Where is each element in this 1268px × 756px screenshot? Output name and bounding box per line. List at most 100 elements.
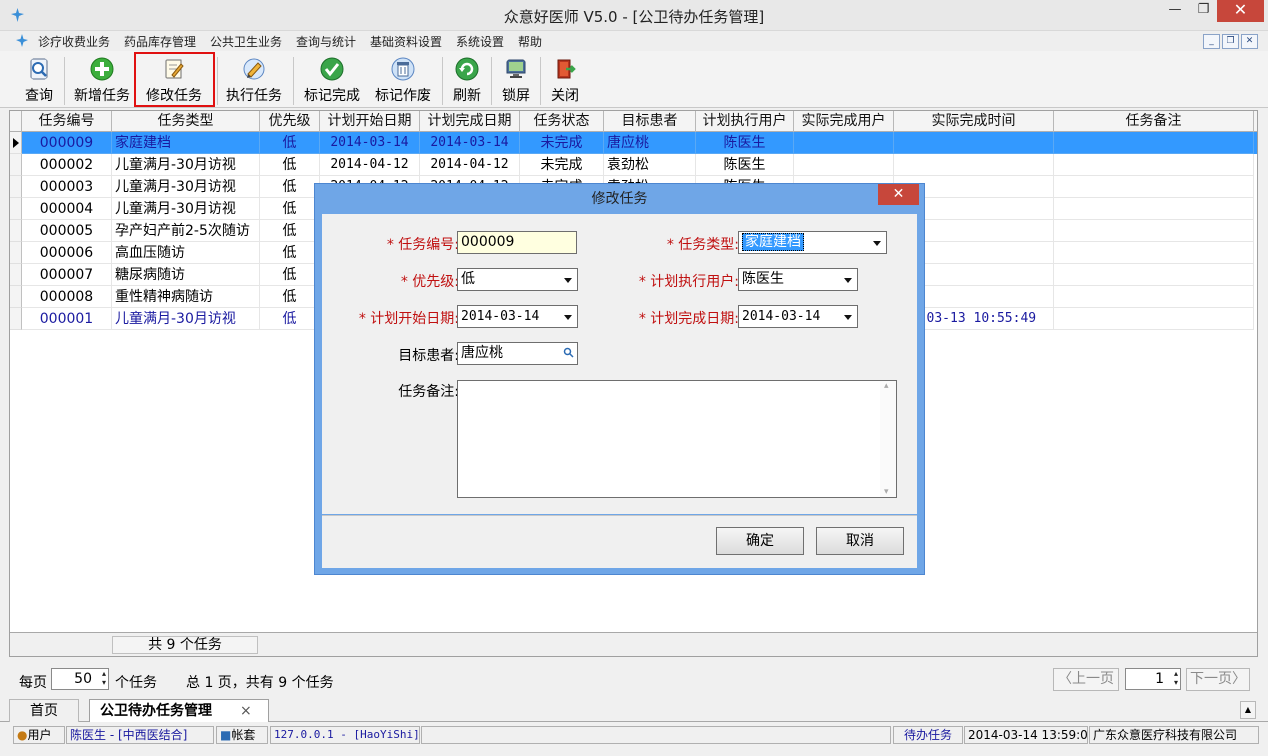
- table-cell: 000009: [22, 132, 112, 154]
- tab-home[interactable]: 首页: [9, 699, 79, 722]
- table-row[interactable]: 000002 儿童满月-30月访视低 2014-04-12 2014-04-12 未完成…: [10, 154, 1257, 176]
- toolbar-separator: [64, 57, 65, 105]
- per-page-label: 每页: [19, 675, 47, 691]
- remark-label: 任务备注:: [398, 384, 459, 400]
- menu-query[interactable]: 查询与统计: [296, 33, 356, 50]
- row-indicator[interactable]: [10, 264, 22, 286]
- tab-task-management-label: 公卫待办任务管理: [100, 703, 212, 719]
- row-indicator[interactable]: [10, 154, 22, 176]
- remark-textarea[interactable]: [457, 380, 897, 498]
- remark-scrollbar[interactable]: [880, 381, 896, 497]
- table-cell: [1054, 154, 1254, 176]
- table-cell: [1054, 198, 1254, 220]
- row-indicator[interactable]: [10, 176, 22, 198]
- lookup-search-icon[interactable]: [563, 347, 574, 358]
- status-server: 127.0.0.1 - [HaoYiShi]: [270, 726, 420, 744]
- mdi-close-button[interactable]: ✕: [1241, 34, 1258, 49]
- pencil-icon: [243, 58, 265, 80]
- menu-pharmacy[interactable]: 药品库存管理: [124, 33, 196, 50]
- dialog-footer: 确定 取消: [322, 515, 917, 568]
- header-task-no[interactable]: 任务编号: [22, 111, 112, 132]
- status-pending-tasks[interactable]: 待办任务: [893, 726, 963, 744]
- status-bar: ●用户 陈医生 - [中西医结合] ■帐套 127.0.0.1 - [HaoYi…: [0, 725, 1268, 745]
- close-module-button[interactable]: 关闭: [546, 54, 584, 106]
- end-date-picker[interactable]: 2014-03-14: [738, 305, 858, 328]
- status-blank: [421, 726, 891, 744]
- table-cell: 000001: [22, 308, 112, 330]
- toolbar-separator: [491, 57, 492, 105]
- dialog-close-button[interactable]: ✕: [878, 184, 919, 205]
- table-cell: 儿童满月-30月访视: [112, 198, 260, 220]
- table-cell: 000007: [22, 264, 112, 286]
- table-cell: 低: [260, 154, 320, 176]
- tab-scroll-up-icon[interactable]: ▲: [1240, 701, 1256, 719]
- table-cell: [794, 132, 894, 154]
- header-start-date[interactable]: 计划开始日期: [320, 111, 420, 132]
- table-cell: 儿童满月-30月访视: [112, 176, 260, 198]
- header-task-type[interactable]: 任务类型: [112, 111, 260, 132]
- header-end-date[interactable]: 计划完成日期: [420, 111, 520, 132]
- account-icon: ■: [220, 728, 232, 742]
- header-patient[interactable]: 目标患者: [604, 111, 696, 132]
- maximize-button[interactable]: ❐: [1190, 0, 1217, 22]
- refresh-button[interactable]: 刷新: [448, 54, 486, 106]
- mdi-restore-button[interactable]: ❐: [1222, 34, 1239, 49]
- cancel-button[interactable]: 取消: [816, 527, 904, 555]
- table-cell: 2014-03-14: [320, 132, 420, 154]
- minimize-button[interactable]: —: [1160, 0, 1190, 22]
- current-row-arrow-icon[interactable]: [10, 132, 22, 154]
- exec-user-select[interactable]: 陈医生: [738, 268, 858, 291]
- patient-lookup-field[interactable]: 唐应桃: [457, 342, 578, 365]
- header-actual-time[interactable]: 实际完成时间: [894, 111, 1054, 132]
- mark-complete-button[interactable]: 标记完成: [300, 54, 364, 106]
- next-page-button[interactable]: 下一页〉: [1186, 668, 1250, 691]
- table-cell: 儿童满月-30月访视: [112, 308, 260, 330]
- menu-public-health[interactable]: 公共卫生业务: [210, 33, 282, 50]
- monitor-icon: [506, 59, 526, 78]
- per-page-spinner[interactable]: 50: [51, 668, 109, 690]
- ok-button[interactable]: 确定: [716, 527, 804, 555]
- header-actual-user[interactable]: 实际完成用户: [794, 111, 894, 132]
- menu-base-data[interactable]: 基础资料设置: [370, 33, 442, 50]
- row-indicator[interactable]: [10, 308, 22, 330]
- prev-page-button[interactable]: 〈上一页: [1053, 668, 1119, 691]
- exec-user-label: * 计划执行用户:: [638, 274, 739, 290]
- grid-summary: 共 9 个任务: [112, 636, 258, 654]
- table-cell: 000004: [22, 198, 112, 220]
- menu-help[interactable]: 帮助: [518, 33, 542, 50]
- tab-task-management[interactable]: 公卫待办任务管理 ×: [89, 699, 269, 722]
- menu-system[interactable]: 系统设置: [456, 33, 504, 50]
- table-row[interactable]: 000009 家庭建档低 2014-03-14 2014-03-14 未完成 唐应桃 陈医生: [10, 132, 1257, 154]
- plus-icon: [90, 57, 114, 81]
- header-remark[interactable]: 任务备注: [1054, 111, 1254, 132]
- row-indicator[interactable]: [10, 286, 22, 308]
- close-window-button[interactable]: ✕: [1217, 0, 1264, 22]
- table-cell: 低: [260, 264, 320, 286]
- row-indicator[interactable]: [10, 220, 22, 242]
- lock-screen-button[interactable]: 锁屏: [497, 54, 535, 106]
- priority-select[interactable]: 低: [457, 268, 578, 291]
- menu-clinic[interactable]: 诊疗收费业务: [38, 33, 110, 50]
- add-task-button[interactable]: 新增任务: [70, 54, 134, 106]
- page-number-spinner[interactable]: 1: [1125, 668, 1181, 690]
- toolbar-separator: [293, 57, 294, 105]
- header-status[interactable]: 任务状态: [520, 111, 604, 132]
- status-user-label: ●用户: [13, 726, 65, 744]
- execute-task-button[interactable]: 执行任务: [222, 54, 286, 106]
- header-exec-user[interactable]: 计划执行用户: [696, 111, 794, 132]
- row-indicator[interactable]: [10, 198, 22, 220]
- start-date-picker[interactable]: 2014-03-14: [457, 305, 578, 328]
- table-cell: 低: [260, 242, 320, 264]
- tab-close-icon[interactable]: ×: [240, 700, 252, 722]
- patient-label: 目标患者:: [398, 348, 459, 364]
- toolbar-separator: [217, 57, 218, 105]
- task-no-field[interactable]: 000009: [457, 231, 577, 254]
- mark-void-button[interactable]: 标记作废: [371, 54, 435, 106]
- header-priority[interactable]: 优先级: [260, 111, 320, 132]
- row-indicator[interactable]: [10, 242, 22, 264]
- table-cell: 唐应桃: [604, 132, 696, 154]
- dialog-body: * 任务编号: 000009 * 任务类型: 家庭建档 * 优先级: 低 * 计…: [322, 214, 917, 514]
- mdi-minimize-button[interactable]: _: [1203, 34, 1220, 49]
- query-button[interactable]: 查询: [17, 54, 61, 106]
- task-type-select[interactable]: 家庭建档: [738, 231, 887, 254]
